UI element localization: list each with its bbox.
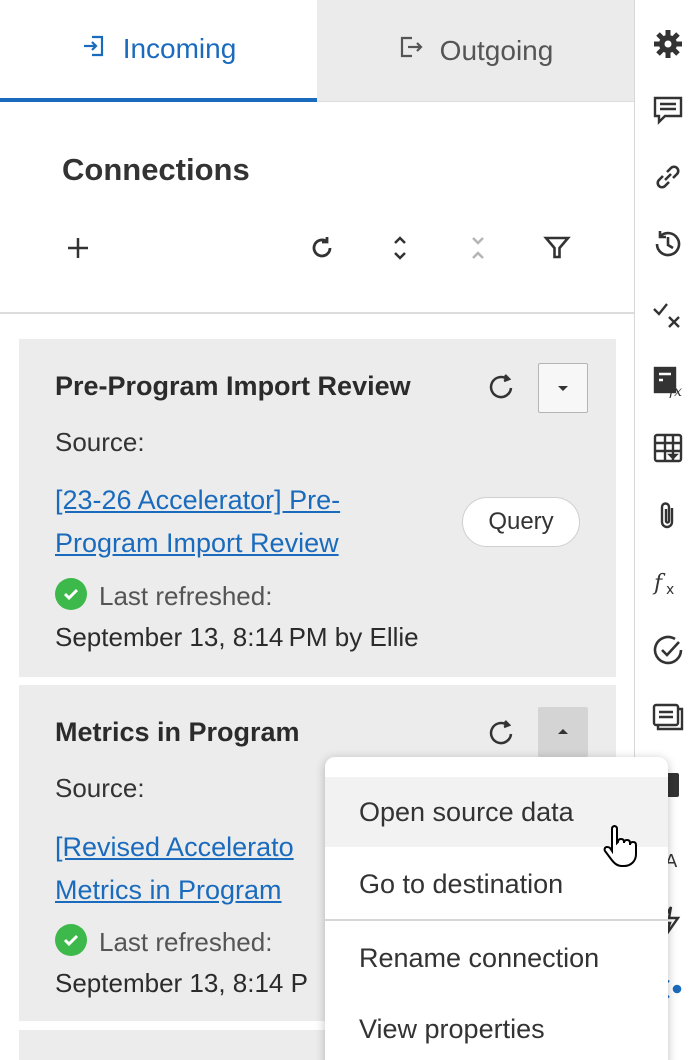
gear-icon[interactable] [649, 25, 687, 63]
connection-menu-button[interactable] [538, 707, 588, 757]
comment-icon[interactable] [649, 91, 687, 129]
fx-icon[interactable]: fx [649, 564, 687, 602]
connection-menu-button[interactable] [538, 363, 588, 413]
menu-divider [325, 919, 668, 921]
collapse-all-button[interactable] [456, 226, 500, 270]
caret-up-icon [558, 729, 568, 734]
filter-icon [543, 236, 571, 259]
refresh-connection-icon[interactable] [483, 715, 519, 751]
source-link[interactable]: [23-26 Accelerator] Pre- Program Import … [55, 479, 395, 565]
menu-item-view-properties[interactable]: View properties [325, 994, 668, 1060]
query-badge: Query [462, 497, 580, 547]
source-link-line2: Metrics in Program [55, 875, 282, 905]
list-card-icon[interactable] [649, 698, 687, 736]
connection-context-menu: Open source data Go to destination Renam… [325, 757, 668, 1060]
outgoing-icon [398, 34, 424, 67]
tab-outgoing[interactable]: Outgoing [317, 0, 634, 102]
tab-incoming-label: Incoming [122, 33, 237, 64]
connection-title: Pre-Program Import Review [55, 371, 411, 401]
refresh-icon [312, 237, 332, 258]
source-label: Source: [55, 427, 145, 457]
expand-all-button[interactable] [378, 226, 422, 270]
success-check-icon [55, 578, 87, 610]
tab-bar: Incoming Outgoing [0, 0, 634, 102]
connection-card: Pre-Program Import Review Source: [23-26… [19, 339, 616, 677]
link-icon[interactable] [649, 158, 687, 196]
check-x-icon[interactable] [649, 295, 687, 333]
sheet-formula-icon[interactable]: fx [649, 362, 687, 400]
svg-text:f: f [652, 571, 666, 596]
hand-cursor-icon [603, 825, 637, 867]
divider [0, 312, 634, 314]
last-refreshed-label: Last refreshed: [99, 581, 273, 611]
tab-outgoing-label: Outgoing [439, 34, 554, 66]
expand-icon [394, 236, 406, 260]
grid-dropdown-icon[interactable] [649, 429, 687, 467]
attachment-icon[interactable] [649, 497, 687, 535]
source-link-line1: [Revised Accelerato [55, 832, 294, 862]
filter-button[interactable] [535, 226, 579, 270]
check-circle-icon[interactable] [649, 631, 687, 669]
plus-icon [68, 238, 88, 258]
refresh-connection-icon[interactable] [483, 369, 519, 405]
incoming-icon [81, 33, 107, 66]
tab-incoming[interactable]: Incoming [0, 0, 317, 102]
svg-text:x: x [666, 582, 674, 598]
page-title: Connections [62, 152, 250, 187]
svg-text:fx: fx [668, 384, 682, 398]
caret-down-icon [558, 386, 568, 391]
collapse-icon [472, 237, 484, 259]
last-refreshed-value: September 13, 8:14 P [55, 968, 308, 998]
last-refreshed-label: Last refreshed: [99, 927, 273, 957]
source-link[interactable]: [Revised Accelerato Metrics in Program [55, 826, 355, 912]
last-refreshed-value: September 13, 8:14 PM by Ellie [55, 622, 419, 652]
success-check-icon [55, 924, 87, 956]
refresh-all-button[interactable] [300, 226, 344, 270]
connection-title: Metrics in Program [55, 717, 300, 747]
source-link-line2: Program Import Review [55, 528, 339, 558]
source-link-line1: [23-26 Accelerator] Pre- [55, 485, 341, 515]
menu-item-rename-connection[interactable]: Rename connection [325, 923, 668, 993]
add-connection-button[interactable] [56, 226, 100, 270]
source-label: Source: [55, 773, 145, 803]
history-icon[interactable] [649, 225, 687, 263]
